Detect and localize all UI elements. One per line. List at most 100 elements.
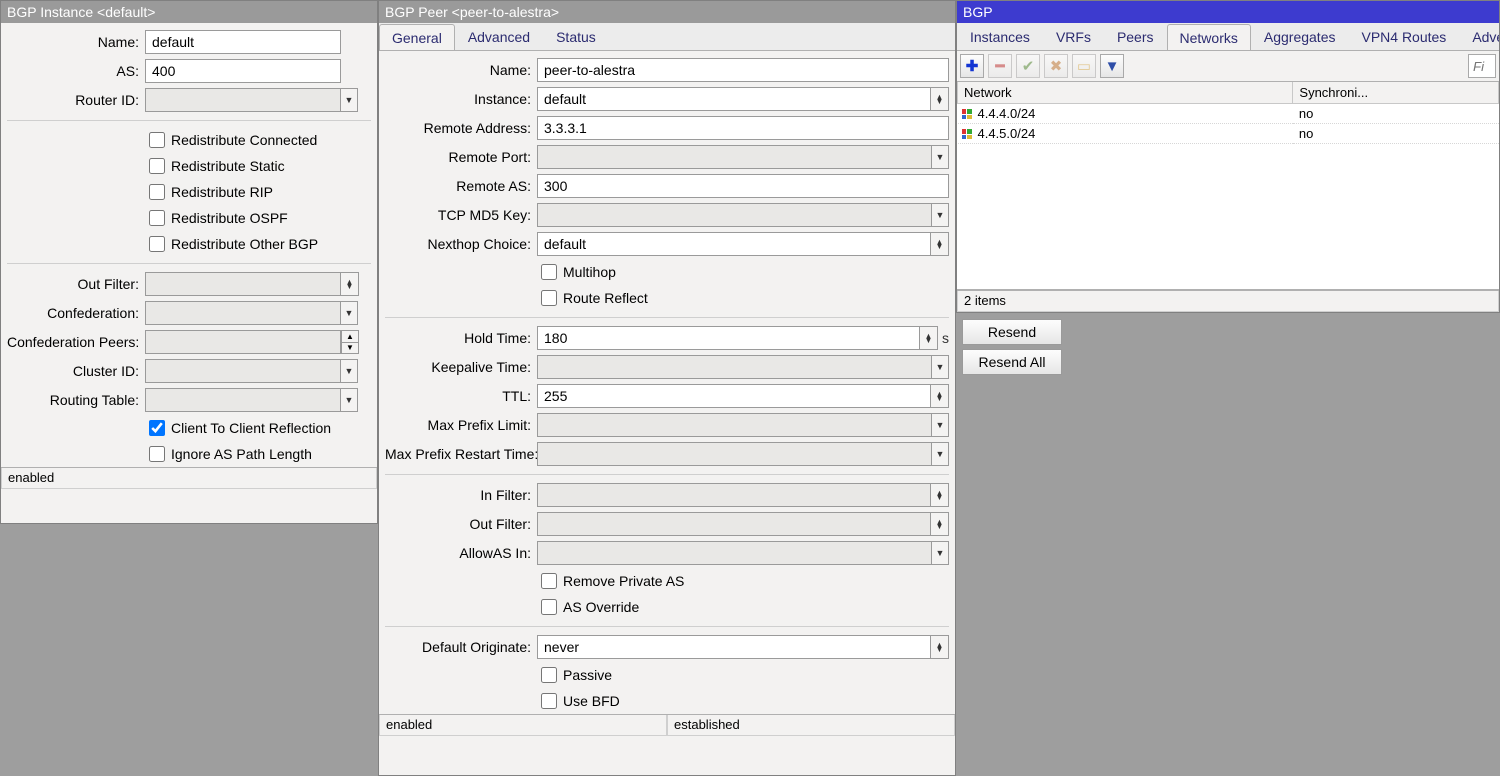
cluster-id-input[interactable]	[145, 359, 341, 383]
tab-peers[interactable]: Peers	[1104, 23, 1167, 50]
filter-button[interactable]: ▼	[1100, 54, 1124, 78]
out-filter-dropdown[interactable]: ⧫	[931, 512, 949, 536]
use-bfd-checkbox[interactable]	[541, 693, 557, 709]
as-input[interactable]	[145, 59, 341, 83]
as-override-checkbox[interactable]	[541, 599, 557, 615]
redistribute-connected-checkbox[interactable]	[149, 132, 165, 148]
max-prefix-input[interactable]	[537, 413, 932, 437]
add-button[interactable]: ✚	[960, 54, 984, 78]
route-reflect-checkbox[interactable]	[541, 290, 557, 306]
confederation-peers-input[interactable]	[145, 330, 341, 354]
label-ttl: TTL:	[385, 388, 537, 404]
conf-peers-down[interactable]: ▼	[341, 343, 359, 355]
comment-button[interactable]: ▭	[1072, 54, 1096, 78]
enable-button[interactable]: ✔	[1016, 54, 1040, 78]
label-cluster-id: Cluster ID:	[7, 363, 145, 379]
tcp-md5-dropdown[interactable]: ▼	[931, 203, 949, 227]
tab-instances[interactable]: Instances	[957, 23, 1043, 50]
tab-advanced[interactable]: Advanced	[455, 23, 543, 50]
window-title[interactable]: BGP Peer <peer-to-alestra>	[379, 1, 955, 23]
remote-port-input[interactable]	[537, 145, 932, 169]
as-override-label: AS Override	[563, 599, 639, 615]
col-sync[interactable]: Synchroni...	[1293, 82, 1499, 104]
cluster-id-dropdown[interactable]: ▼	[340, 359, 358, 383]
bgp-instance-window: BGP Instance <default> Name: AS: Router …	[0, 0, 378, 524]
window-title[interactable]: BGP	[957, 1, 1499, 23]
networks-table[interactable]: Network Synchroni... 4.4.4.0/24no4.4.5.0…	[957, 82, 1499, 290]
remove-private-as-checkbox[interactable]	[541, 573, 557, 589]
allowas-input[interactable]	[537, 541, 932, 565]
remote-port-dropdown[interactable]: ▼	[931, 145, 949, 169]
tab-vrfs[interactable]: VRFs	[1043, 23, 1104, 50]
ignore-as-path-checkbox[interactable]	[149, 446, 165, 462]
ttl-dropdown[interactable]: ⧫	[931, 384, 949, 408]
disable-button[interactable]: ✖	[1044, 54, 1068, 78]
label-name: Name:	[385, 62, 537, 78]
routing-table-input[interactable]	[145, 388, 341, 412]
default-originate-input[interactable]	[537, 635, 931, 659]
in-filter-dropdown[interactable]: ⧫	[931, 483, 949, 507]
max-prefix-rt-input[interactable]	[537, 442, 932, 466]
instance-input[interactable]	[537, 87, 931, 111]
peer-status-established: established	[667, 715, 955, 736]
tab-status[interactable]: Status	[543, 23, 609, 50]
label-remote-address: Remote Address:	[385, 120, 537, 136]
out-filter-input[interactable]	[145, 272, 341, 296]
name-input[interactable]	[145, 30, 341, 54]
ttl-input[interactable]	[537, 384, 931, 408]
tab-general[interactable]: General	[379, 24, 455, 51]
passive-checkbox[interactable]	[541, 667, 557, 683]
peer-name-input[interactable]	[537, 58, 949, 82]
redistribute-other-bgp-checkbox[interactable]	[149, 236, 165, 252]
default-originate-dropdown[interactable]: ⧫	[931, 635, 949, 659]
tab-networks[interactable]: Networks	[1167, 24, 1251, 51]
hold-time-dropdown[interactable]: ⧫	[920, 326, 938, 350]
redistribute-rip-checkbox[interactable]	[149, 184, 165, 200]
label-allowas: AllowAS In:	[385, 545, 537, 561]
label-tcp-md5: TCP MD5 Key:	[385, 207, 537, 223]
router-id-input[interactable]	[145, 88, 341, 112]
in-filter-input[interactable]	[537, 483, 931, 507]
remote-address-input[interactable]	[537, 116, 949, 140]
out-filter-input[interactable]	[537, 512, 931, 536]
client-to-client-label: Client To Client Reflection	[171, 420, 331, 436]
redistribute-ospf-checkbox[interactable]	[149, 210, 165, 226]
tab-advertisements[interactable]: Advertisements	[1459, 23, 1499, 50]
table-row[interactable]: 4.4.4.0/24no	[958, 104, 1499, 124]
max-prefix-rt-dropdown[interactable]: ▼	[931, 442, 949, 466]
redistribute-other-bgp-label: Redistribute Other BGP	[171, 236, 318, 252]
tab-vpn4-routes[interactable]: VPN4 Routes	[1348, 23, 1459, 50]
tcp-md5-input[interactable]	[537, 203, 932, 227]
conf-peers-up[interactable]: ▲	[341, 330, 359, 343]
allowas-dropdown[interactable]: ▼	[931, 541, 949, 565]
find-input[interactable]	[1468, 54, 1496, 78]
routing-table-dropdown[interactable]: ▼	[340, 388, 358, 412]
nexthop-input[interactable]	[537, 232, 931, 256]
multihop-checkbox[interactable]	[541, 264, 557, 280]
max-prefix-dropdown[interactable]: ▼	[931, 413, 949, 437]
confederation-dropdown[interactable]: ▼	[340, 301, 358, 325]
keepalive-dropdown[interactable]: ▼	[931, 355, 949, 379]
confederation-input[interactable]	[145, 301, 341, 325]
cross-icon: ✖	[1050, 57, 1063, 75]
check-icon: ✔	[1022, 57, 1035, 75]
label-max-prefix-rt: Max Prefix Restart Time:	[385, 446, 537, 462]
keepalive-input[interactable]	[537, 355, 932, 379]
table-row[interactable]: 4.4.5.0/24no	[958, 124, 1499, 144]
remote-as-input[interactable]	[537, 174, 949, 198]
resend-button[interactable]: Resend	[962, 319, 1062, 345]
nexthop-dropdown[interactable]: ⧫	[931, 232, 949, 256]
remove-button[interactable]: ━	[988, 54, 1012, 78]
hold-time-input[interactable]	[537, 326, 920, 350]
label-remote-port: Remote Port:	[385, 149, 537, 165]
tab-aggregates[interactable]: Aggregates	[1251, 23, 1349, 50]
bgp-peer-window: BGP Peer <peer-to-alestra> GeneralAdvanc…	[378, 0, 956, 776]
out-filter-picker[interactable]: ⧫	[341, 272, 359, 296]
router-id-dropdown[interactable]: ▼	[340, 88, 358, 112]
resend-all-button[interactable]: Resend All	[962, 349, 1062, 375]
col-network[interactable]: Network	[958, 82, 1293, 104]
redistribute-static-checkbox[interactable]	[149, 158, 165, 174]
window-title[interactable]: BGP Instance <default>	[1, 1, 377, 23]
instance-dropdown[interactable]: ⧫	[931, 87, 949, 111]
client-to-client-checkbox[interactable]	[149, 420, 165, 436]
